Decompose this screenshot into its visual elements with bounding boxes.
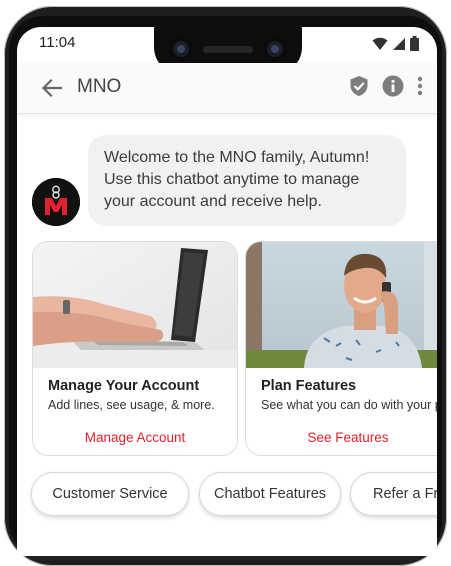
message-line: your account and receive help. xyxy=(104,193,322,210)
card-title: Plan Features xyxy=(261,378,357,394)
message-line: Welcome to the MNO family, Autumn! xyxy=(104,149,370,166)
card-image-laptop xyxy=(33,242,237,368)
status-icons xyxy=(372,36,419,51)
see-features-button[interactable]: See Features xyxy=(246,430,437,445)
front-camera xyxy=(168,36,194,62)
mno-logo xyxy=(32,178,80,226)
card-plan-features[interactable]: Plan Features See what you can do with y… xyxy=(245,241,437,456)
back-arrow-icon[interactable] xyxy=(41,77,63,99)
card-description: Add lines, see usage, & more. xyxy=(48,398,215,412)
manage-account-button[interactable]: Manage Account xyxy=(33,430,237,445)
wifi-icon xyxy=(372,37,388,50)
message-line: Use this chatbot anytime to manage xyxy=(104,171,360,188)
card-image-man-phone xyxy=(246,242,437,368)
card-manage-account[interactable]: Manage Your Account Add lines, see usage… xyxy=(32,241,238,456)
bot-message-bubble: Welcome to the MNO family, Autumn! Use t… xyxy=(88,135,406,226)
more-vert-icon[interactable] xyxy=(417,76,423,96)
signal-icon xyxy=(393,37,405,50)
bot-avatar xyxy=(32,178,80,226)
phone-screen: 11:04 MNO Welcome to the MNO family, Aut… xyxy=(17,27,437,556)
chip-customer-service[interactable]: Customer Service xyxy=(31,472,189,516)
app-bar-actions xyxy=(349,75,423,97)
earpiece-speaker xyxy=(203,46,253,53)
info-icon[interactable] xyxy=(382,75,404,97)
chip-refer-a-friend[interactable]: Refer a Fr xyxy=(350,472,437,516)
front-camera-2 xyxy=(262,36,288,62)
verified-shield-icon[interactable] xyxy=(349,75,369,97)
conversation-title: MNO xyxy=(77,76,122,97)
card-description: See what you can do with your p xyxy=(261,398,437,412)
app-bar: MNO xyxy=(17,63,437,114)
card-title: Manage Your Account xyxy=(48,378,200,394)
chip-chatbot-features[interactable]: Chatbot Features xyxy=(199,472,341,516)
status-time: 11:04 xyxy=(39,34,76,51)
battery-icon xyxy=(410,36,419,51)
